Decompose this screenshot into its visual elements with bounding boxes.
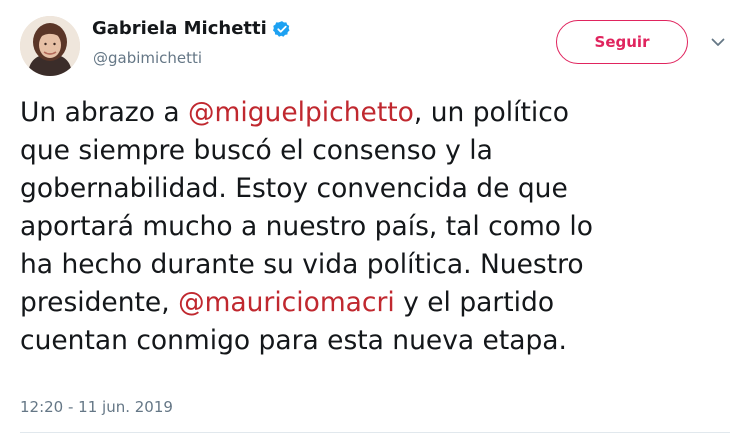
mention-link[interactable]: @miguelpichetto bbox=[188, 97, 414, 128]
tweet-text-line: Un abrazo a @miguelpichetto, un político bbox=[20, 94, 740, 132]
tweet-text-line: presidente, @mauriciomacri y el partido bbox=[20, 284, 740, 322]
tweet-text-segment: y el partido bbox=[394, 287, 555, 318]
tweet-text-segment: , un político bbox=[413, 97, 570, 128]
avatar[interactable] bbox=[20, 16, 80, 76]
mention-link[interactable]: @mauriciomacri bbox=[178, 287, 395, 318]
verified-badge-icon bbox=[272, 20, 291, 38]
tweet-text-line: gobernabilidad. Estoy convencida de que bbox=[20, 170, 740, 208]
tweet-text-line: ha hecho durante su vida política. Nuest… bbox=[20, 246, 740, 284]
author-display-name[interactable]: Gabriela Michetti bbox=[92, 18, 267, 39]
tweet-text-segment: ha hecho durante su vida política. Nuest… bbox=[20, 249, 584, 280]
tweet-text-segment: aportará mucho a nuestro país, tal como … bbox=[20, 211, 593, 242]
avatar-photo bbox=[20, 16, 80, 76]
tweet-text-line: cuentan conmigo para esta nueva etapa. bbox=[20, 322, 740, 360]
tweet-timestamp[interactable]: 12:20 - 11 jun. 2019 bbox=[20, 398, 173, 416]
tweet-text-segment: gobernabilidad. Estoy convencida de que bbox=[20, 173, 568, 204]
tweet-text-segment: presidente, bbox=[20, 287, 179, 318]
tweet-text-line: aportará mucho a nuestro país, tal como … bbox=[20, 208, 740, 246]
chevron-down-icon[interactable] bbox=[710, 36, 726, 48]
author-handle[interactable]: @gabimichetti bbox=[93, 49, 202, 67]
tweet-card: Gabriela Michetti @gabimichetti Seguir U… bbox=[0, 0, 750, 437]
follow-button[interactable]: Seguir bbox=[556, 20, 688, 64]
tweet-text-segment: que siempre buscó el consenso y la bbox=[20, 135, 493, 166]
tweet-text-segment: cuentan conmigo para esta nueva etapa. bbox=[20, 325, 567, 356]
author-name-row: Gabriela Michetti bbox=[92, 18, 291, 39]
divider bbox=[20, 432, 730, 433]
tweet-text-line: que siempre buscó el consenso y la bbox=[20, 132, 740, 170]
tweet-text: Un abrazo a @miguelpichetto, un político… bbox=[20, 94, 740, 360]
tweet-text-segment: Un abrazo a bbox=[20, 97, 189, 128]
